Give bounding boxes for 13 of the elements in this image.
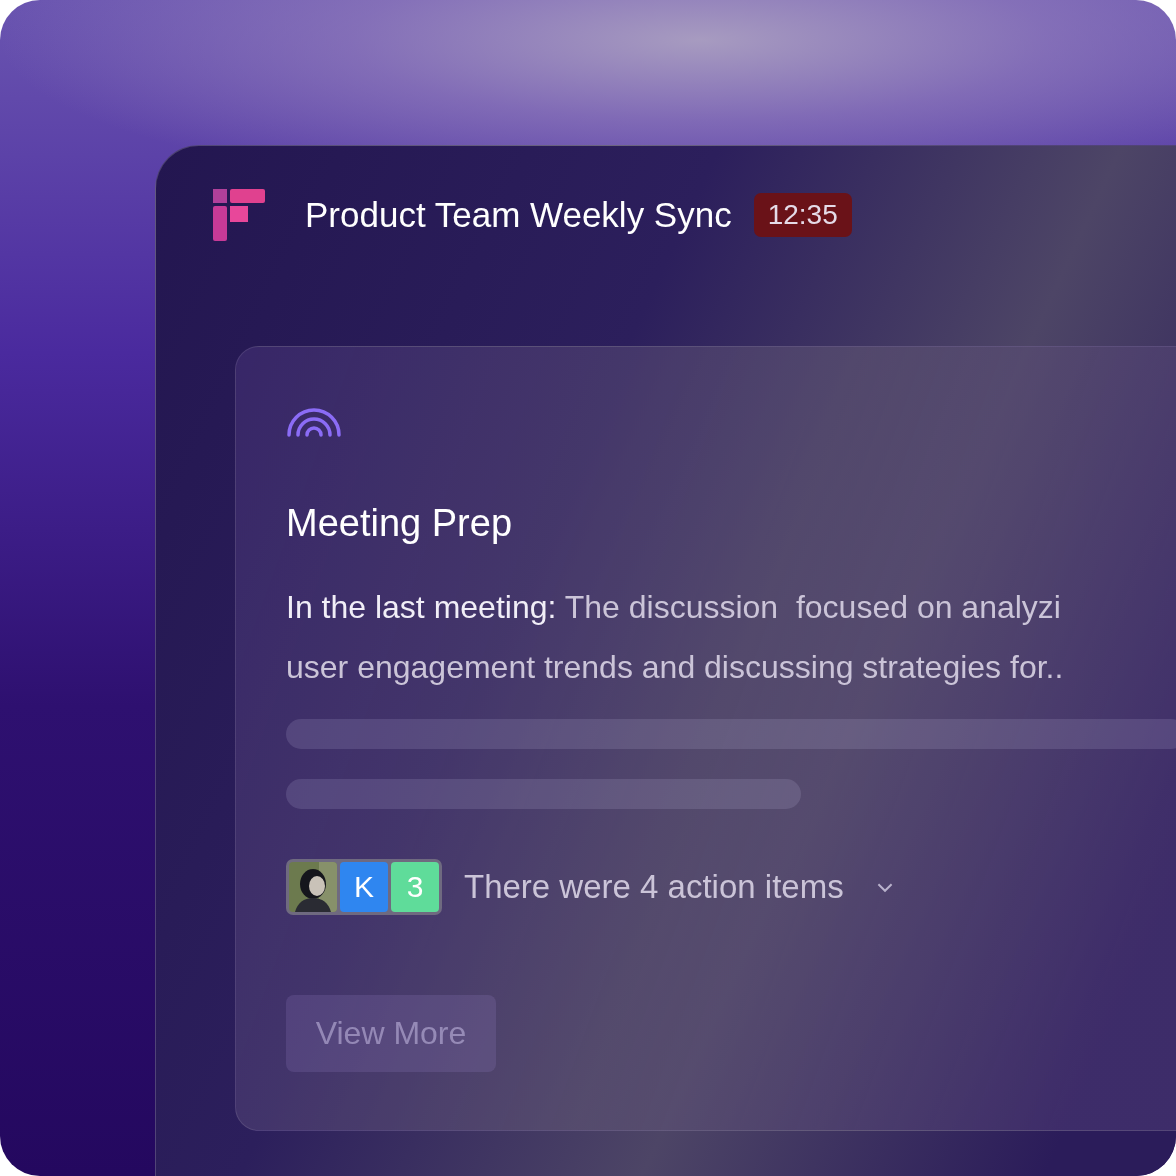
- chevron-icon: [875, 881, 894, 893]
- broadcast-icon: [286, 407, 342, 437]
- summary-text: The discussion focused on analyzi: [564, 589, 1061, 625]
- summary-lead: In the last meeting:: [286, 589, 557, 625]
- summary-text: user engagement trends and discussing strategies for..: [286, 649, 1064, 685]
- avatar: K: [340, 862, 388, 912]
- action-items-toggle[interactable]: There were 4 action items: [464, 868, 894, 906]
- card-title: Meeting Prep: [286, 501, 513, 546]
- logo-icon: [213, 189, 265, 241]
- timer-badge: 12:35: [753, 193, 852, 237]
- view-more-button[interactable]: View More: [286, 995, 496, 1072]
- avatar: 3: [391, 862, 439, 912]
- meeting-title: Product Team Weekly Sync: [305, 195, 732, 235]
